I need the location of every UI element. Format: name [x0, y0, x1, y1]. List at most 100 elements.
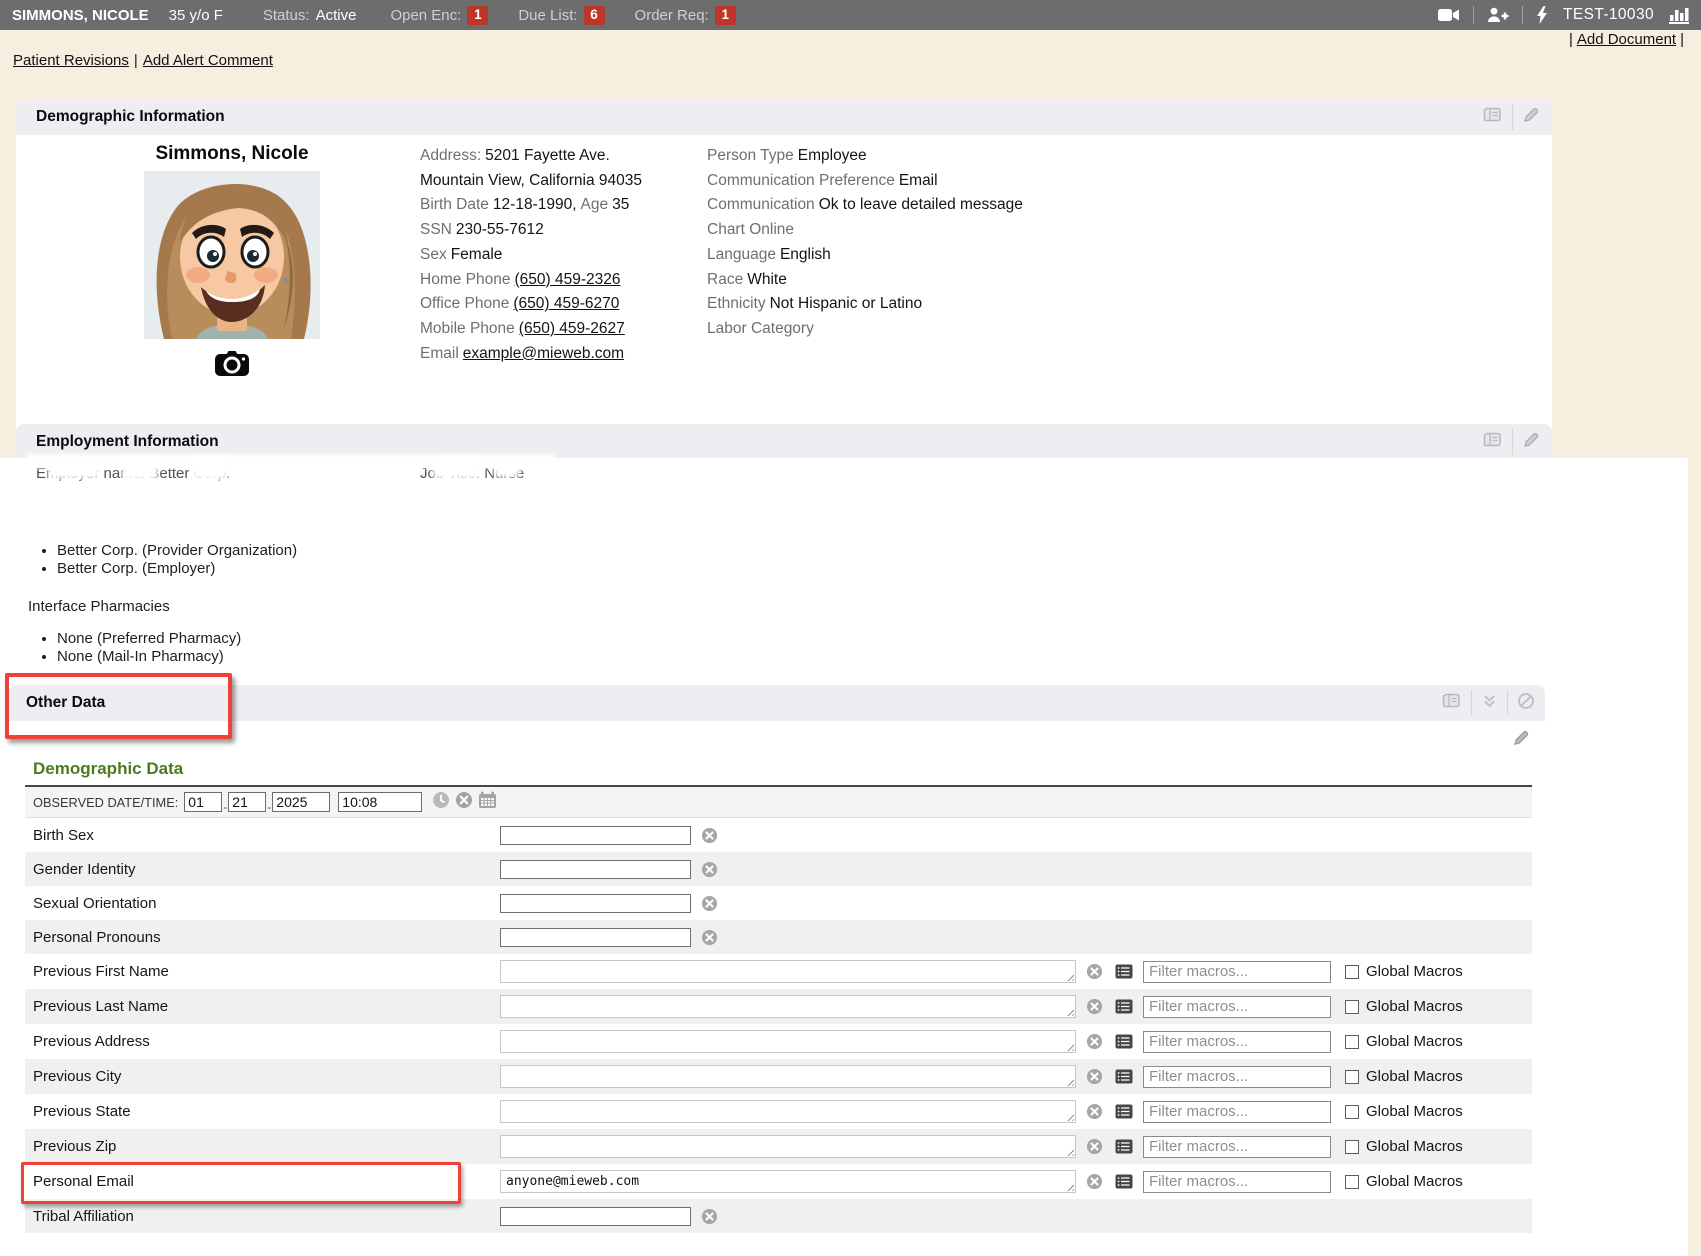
edit-pencil-icon[interactable]	[1522, 431, 1540, 454]
demo-field-line: CommunicationOk to leave detailed messag…	[707, 193, 1027, 218]
due-list-badge[interactable]: 6	[584, 6, 605, 25]
clear-icon[interactable]	[1086, 963, 1103, 980]
macros-menu-icon[interactable]	[1115, 1069, 1133, 1084]
clear-icon[interactable]	[1086, 1068, 1103, 1085]
filter-macros-input[interactable]	[1143, 1031, 1331, 1053]
global-macros-checkbox[interactable]	[1345, 1140, 1359, 1154]
clear-icon[interactable]	[701, 861, 718, 878]
other-data-rows: Birth SexGender IdentitySexual Orientati…	[25, 818, 1532, 1233]
value-input[interactable]	[500, 826, 691, 845]
textarea-wrapper	[500, 1100, 1076, 1123]
open-enc-badge[interactable]: 1	[467, 6, 488, 25]
patient-links-row: Patient Revisions|Add Alert Comment	[13, 52, 273, 69]
textarea-wrapper	[500, 1030, 1076, 1053]
macros-menu-icon[interactable]	[1115, 999, 1133, 1014]
journal-icon[interactable]	[1441, 692, 1462, 715]
value-input[interactable]	[500, 894, 691, 913]
order-req-badge[interactable]: 1	[715, 6, 736, 25]
journal-icon[interactable]	[1482, 106, 1503, 129]
patient-revisions-link[interactable]: Patient Revisions	[13, 52, 129, 69]
value-textarea[interactable]	[500, 1100, 1076, 1123]
filter-macros-input[interactable]	[1143, 996, 1331, 1018]
clear-icon[interactable]	[701, 895, 718, 912]
clear-icon[interactable]	[1086, 1103, 1103, 1120]
table-row: Personal Pronouns	[25, 920, 1532, 954]
journal-icon[interactable]	[1482, 431, 1503, 454]
edit-pencil-icon[interactable]	[1522, 106, 1540, 129]
filter-macros-input[interactable]	[1143, 1101, 1331, 1123]
filter-macros-input[interactable]	[1143, 1171, 1331, 1193]
value-textarea[interactable]: anyone@mieweb.com	[500, 1170, 1076, 1193]
observed-day-input[interactable]	[228, 792, 266, 812]
add-person-icon[interactable]	[1487, 7, 1509, 23]
filter-macros-input[interactable]	[1143, 961, 1331, 983]
divider: |	[1680, 31, 1684, 48]
observed-month-input[interactable]	[184, 792, 222, 812]
edit-pencil-icon[interactable]	[1512, 734, 1530, 751]
clear-icon[interactable]	[455, 791, 473, 814]
patient-photo[interactable]	[144, 326, 320, 343]
clear-icon[interactable]	[1086, 1138, 1103, 1155]
field-link[interactable]: (650) 459-6270	[513, 295, 619, 312]
observed-time-input[interactable]	[338, 792, 422, 812]
table-row: Personal Emailanyone@mieweb.comGlobal Ma…	[25, 1164, 1532, 1199]
clear-icon[interactable]	[701, 1208, 718, 1225]
filter-macros-input[interactable]	[1143, 1136, 1331, 1158]
global-macros-label: Global Macros	[1366, 1173, 1463, 1190]
video-camera-icon[interactable]	[1438, 8, 1460, 22]
field-label: Communication	[707, 196, 815, 213]
macros-menu-icon[interactable]	[1115, 964, 1133, 979]
field-value: Employee	[798, 147, 867, 164]
filter-macros-input[interactable]	[1143, 1066, 1331, 1088]
macros-menu-icon[interactable]	[1115, 1034, 1133, 1049]
table-row: Sexual Orientation	[25, 886, 1532, 920]
clock-icon[interactable]	[432, 791, 450, 814]
clear-icon[interactable]	[1086, 1033, 1103, 1050]
other-data-header: Other Data	[8, 685, 1545, 721]
global-macros-label: Global Macros	[1366, 1033, 1463, 1050]
field-value: White	[747, 271, 787, 288]
macros-menu-icon[interactable]	[1115, 1174, 1133, 1189]
value-input[interactable]	[500, 860, 691, 879]
value-textarea[interactable]	[500, 995, 1076, 1018]
textarea-wrapper	[500, 1135, 1076, 1158]
value-textarea[interactable]	[500, 960, 1076, 983]
clear-icon[interactable]	[1086, 998, 1103, 1015]
camera-icon[interactable]	[124, 349, 340, 382]
field-label: Email	[420, 345, 459, 362]
global-macros-checkbox[interactable]	[1345, 965, 1359, 979]
global-macros-checkbox[interactable]	[1345, 1000, 1359, 1014]
field-value: 12-18-1990,	[493, 196, 577, 213]
field-label: Sex	[420, 246, 447, 263]
global-macros-checkbox[interactable]	[1345, 1105, 1359, 1119]
disable-icon[interactable]	[1517, 692, 1535, 715]
clear-icon[interactable]	[1086, 1173, 1103, 1190]
field-link[interactable]: (650) 459-2627	[519, 320, 625, 337]
list-item: None (Preferred Pharmacy)	[57, 630, 1688, 648]
value-input[interactable]	[500, 928, 691, 947]
value-textarea[interactable]	[500, 1135, 1076, 1158]
macros-menu-icon[interactable]	[1115, 1139, 1133, 1154]
global-macros-checkbox[interactable]	[1345, 1175, 1359, 1189]
bar-chart-icon[interactable]	[1669, 7, 1689, 24]
field-link[interactable]: example@mieweb.com	[463, 345, 624, 362]
field-label: Office Phone	[420, 295, 509, 312]
clear-icon[interactable]	[701, 827, 718, 844]
clear-icon[interactable]	[701, 929, 718, 946]
macros-menu-icon[interactable]	[1115, 1104, 1133, 1119]
row-label: Previous City	[25, 1068, 500, 1085]
field-link[interactable]: (650) 459-2326	[514, 271, 620, 288]
global-macros-checkbox[interactable]	[1345, 1035, 1359, 1049]
calendar-icon[interactable]	[478, 791, 497, 814]
lightning-bolt-icon[interactable]	[1536, 6, 1548, 24]
value-textarea[interactable]	[500, 1065, 1076, 1088]
global-macros-checkbox[interactable]	[1345, 1070, 1359, 1084]
value-input[interactable]	[500, 1207, 691, 1226]
observed-year-input[interactable]	[272, 792, 330, 812]
value-textarea[interactable]	[500, 1030, 1076, 1053]
status-label: Status:	[263, 7, 310, 24]
textarea-wrapper	[500, 1065, 1076, 1088]
add-document-link[interactable]: Add Document	[1577, 31, 1676, 48]
collapse-icon[interactable]	[1481, 693, 1498, 714]
add-alert-comment-link[interactable]: Add Alert Comment	[143, 52, 273, 69]
